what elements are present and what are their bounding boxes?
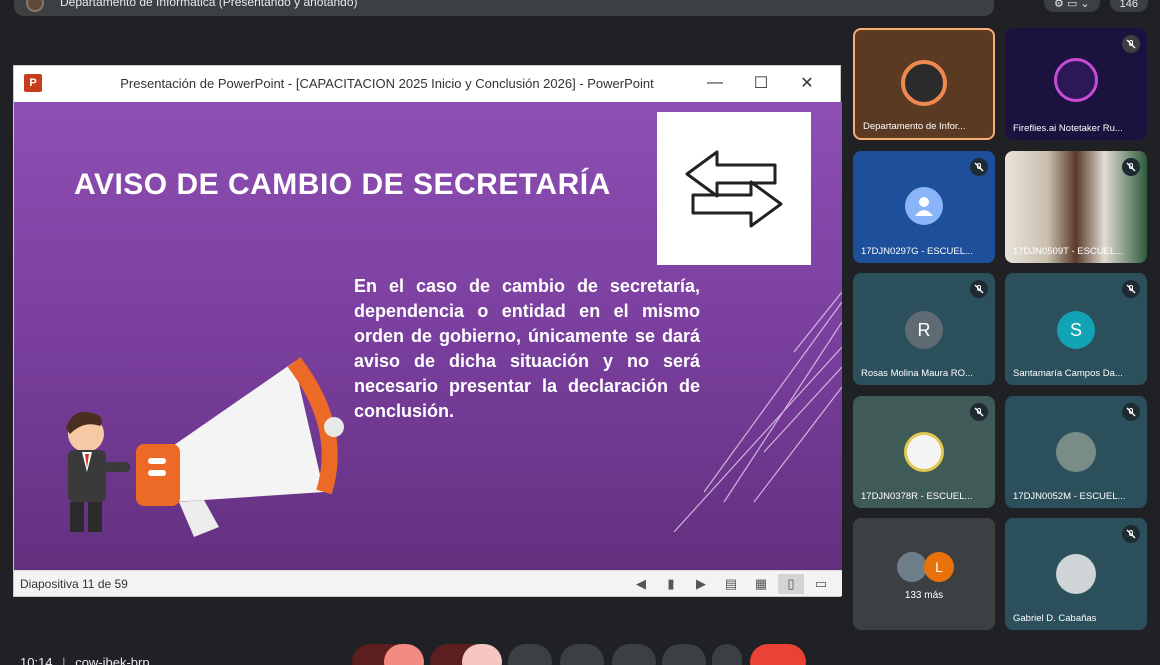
participant-photo: [1056, 432, 1096, 472]
participant-tile[interactable]: 17DJN0052M - ESCUEL...: [1005, 396, 1147, 508]
captions-button[interactable]: [612, 644, 656, 665]
ppt-titlebar: P Presentación de PowerPoint - [CAPACITA…: [14, 66, 840, 100]
mic-muted-icon: [970, 280, 988, 298]
mic-muted-icon: [970, 158, 988, 176]
camera-off-icon: [462, 644, 502, 665]
participant-tile[interactable]: 17DJN0509T - ESCUEL...: [1005, 151, 1147, 263]
meeting-info: 10:14 | cow-ibek-brp: [20, 655, 150, 665]
minimize-button[interactable]: —: [692, 74, 738, 92]
participant-avatar: L: [924, 552, 954, 582]
mic-muted-icon: [1122, 35, 1140, 53]
reading-view-icon[interactable]: ▯: [778, 573, 804, 594]
maximize-button[interactable]: ☐: [738, 73, 784, 93]
notes-icon[interactable]: ▮: [658, 574, 684, 594]
participant-tile[interactable]: R Rosas Molina Maura RO...: [853, 273, 995, 385]
presenter-avatar: [26, 0, 44, 12]
hangup-button[interactable]: [750, 644, 806, 665]
more-participants-tile[interactable]: L 133 más: [853, 518, 995, 630]
meeting-controls-bar: 10:14 | cow-ibek-brp: [0, 640, 1160, 665]
participant-tile[interactable]: Gabriel D. Cabañas: [1005, 518, 1147, 630]
slide-body-text: En el caso de cambio de secretaría, depe…: [354, 276, 700, 421]
powerpoint-window: P Presentación de PowerPoint - [CAPACITA…: [13, 65, 842, 597]
participants-count: 146: [1119, 0, 1138, 10]
present-button[interactable]: [508, 644, 552, 665]
top-right-controls: ⚙ ▭ ⌄ 146: [1044, 0, 1148, 12]
participant-name: Fireflies.ai Notetaker Ru...: [1013, 123, 1123, 134]
mic-muted-icon: [1122, 158, 1140, 176]
participant-name: Gabriel D. Cabañas: [1013, 613, 1097, 624]
slide-sorter-icon[interactable]: ▦: [748, 574, 774, 594]
participant-tile[interactable]: 17DJN0378R - ESCUEL...: [853, 396, 995, 508]
participant-avatar: R: [905, 311, 943, 349]
participant-tile[interactable]: Departamento de Infor...: [853, 28, 995, 140]
presenting-banner: Departamento de Informática (Presentando…: [14, 0, 994, 16]
raise-hand-button[interactable]: [662, 644, 706, 665]
mic-muted-icon: [1122, 403, 1140, 421]
mic-toggle-button[interactable]: [352, 644, 424, 665]
slide-title: AVISO DE CAMBIO DE SECRETARÍA: [74, 168, 611, 201]
participant-name: 17DJN0052M - ESCUEL...: [1013, 491, 1126, 502]
participant-name: Rosas Molina Maura RO...: [861, 368, 973, 379]
apps-icon[interactable]: [1118, 644, 1142, 665]
mic-muted-icon: [1122, 525, 1140, 543]
meeting-code: cow-ibek-brp: [75, 655, 150, 665]
school-logo-image: [904, 432, 944, 472]
chat-icon[interactable]: [1080, 644, 1104, 665]
slide[interactable]: AVISO DE CAMBIO DE SECRETARÍA En el caso…: [14, 102, 842, 570]
presenter-logo-icon: [901, 60, 947, 106]
close-button[interactable]: ✕: [784, 73, 830, 93]
megaphone-man-illustration: [66, 357, 344, 537]
next-slide-icon[interactable]: ▶: [688, 574, 714, 594]
fireflies-logo-icon: [1054, 58, 1098, 102]
camera-toggle-button[interactable]: [430, 644, 502, 665]
ppt-status-bar: Diapositiva 11 de 59 ◀ ▮ ▶ ▤ ▦ ▯ ▭: [14, 570, 842, 596]
mic-muted-icon: [1122, 280, 1140, 298]
emoji-button[interactable]: [560, 644, 604, 665]
presenting-title: Departamento de Informática (Presentando…: [60, 0, 358, 9]
participant-name: Departamento de Infor...: [863, 121, 966, 132]
more-options-button[interactable]: [712, 644, 742, 665]
normal-view-icon[interactable]: ▤: [718, 574, 744, 594]
participant-tile[interactable]: 17DJN0297G - ESCUEL...: [853, 151, 995, 263]
slideshow-icon[interactable]: ▭: [808, 574, 834, 594]
participant-photo: [897, 552, 927, 582]
info-icon[interactable]: [1040, 644, 1064, 665]
participant-tile[interactable]: S Santamaría Campos Da...: [1005, 273, 1147, 385]
default-avatar-icon: [905, 187, 943, 225]
participants-count-badge[interactable]: 146: [1109, 0, 1148, 12]
ppt-window-title: Presentación de PowerPoint - [CAPACITACI…: [120, 75, 654, 91]
participant-photo: [1056, 554, 1096, 594]
previous-slide-icon[interactable]: ◀: [628, 574, 654, 594]
slide-counter: Diapositiva 11 de 59: [20, 576, 128, 591]
participant-name: 17DJN0509T - ESCUEL...: [1013, 246, 1124, 257]
clock: 10:14: [20, 655, 53, 665]
participant-name: 17DJN0297G - ESCUEL...: [861, 246, 973, 257]
exchange-arrows-icon: [657, 112, 811, 265]
separator: |: [62, 655, 66, 665]
powerpoint-logo-icon: P: [24, 74, 42, 92]
participant-name: 17DJN0378R - ESCUEL...: [861, 491, 973, 502]
mic-off-icon: [384, 644, 424, 665]
view-options-button[interactable]: ⚙ ▭ ⌄: [1044, 0, 1100, 12]
more-count: 133 más: [904, 590, 944, 601]
participant-tile[interactable]: Fireflies.ai Notetaker Ru...: [1005, 28, 1147, 140]
participant-avatar: S: [1057, 311, 1095, 349]
participant-name: Santamaría Campos Da...: [1013, 368, 1123, 379]
mic-muted-icon: [970, 403, 988, 421]
